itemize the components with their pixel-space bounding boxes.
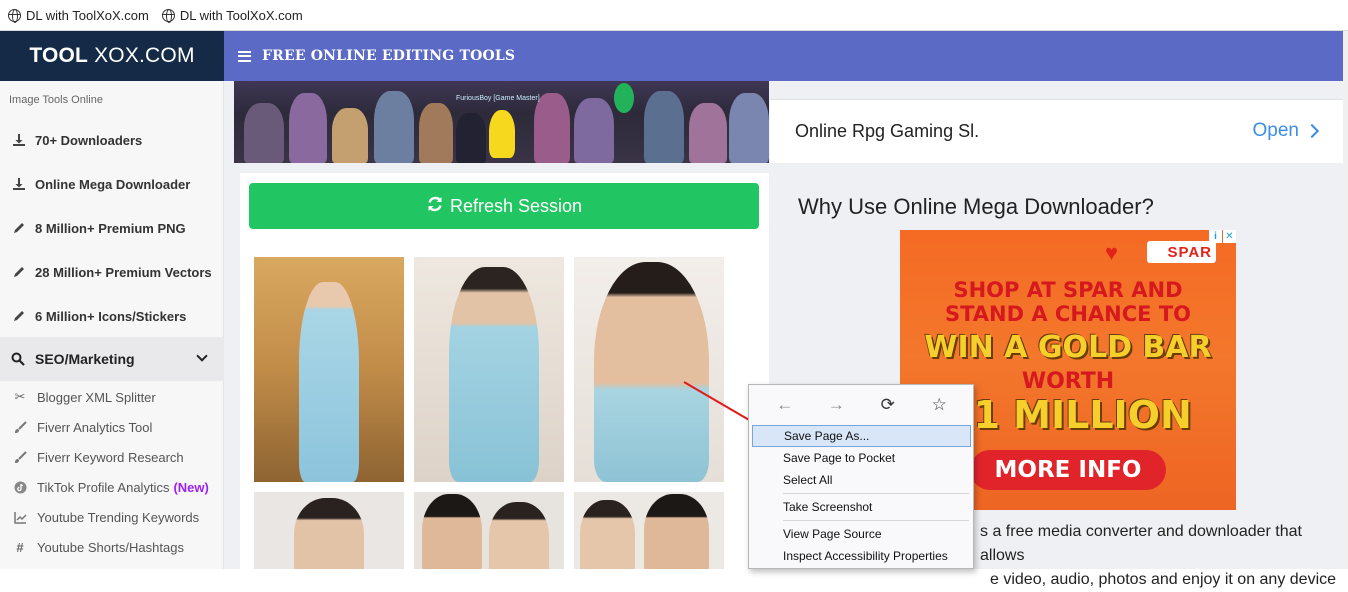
- sidebar-item-label: Online Mega Downloader: [35, 176, 191, 192]
- menu-item-save-page-as[interactable]: Save Page As...: [752, 425, 971, 447]
- sidebar-item-label: 6 Million+ Icons/Stickers: [35, 308, 187, 324]
- forward-arrow-icon[interactable]: →: [824, 395, 848, 415]
- bookmark-star-icon[interactable]: ☆: [927, 395, 951, 415]
- sidebar-subitem-blogger-xml-splitter[interactable]: ✂ Blogger XML Splitter: [0, 382, 224, 412]
- chart-icon: [12, 511, 28, 524]
- globe-icon: [161, 8, 175, 23]
- menu-item-inspect-accessibility[interactable]: Inspect Accessibility Properties: [752, 545, 971, 567]
- ad-text: Online Rpg Gaming Sl.: [795, 121, 980, 141]
- photo-thumbnail[interactable]: [254, 492, 404, 569]
- bookmark-item[interactable]: DL with ToolXoX.com: [161, 7, 303, 23]
- new-badge: (New): [173, 479, 209, 495]
- menu-item-take-screenshot[interactable]: Take Screenshot: [752, 496, 971, 518]
- chevron-right-icon: [1304, 123, 1320, 139]
- search-icon: [11, 352, 27, 366]
- sidebar-item-label: 28 Million+ Premium Vectors: [35, 264, 212, 280]
- sidebar-section-seo-marketing[interactable]: SEO/Marketing: [0, 337, 224, 381]
- download-icon: [11, 132, 27, 148]
- top-navigation: FREE ONLINE EDITING TOOLS: [224, 31, 1343, 81]
- sidebar-subitem-tiktok-analytics[interactable]: TikTok Profile Analytics (New): [0, 472, 224, 502]
- pencil-icon: [11, 308, 27, 324]
- sidebar: Image Tools Online 70+ Downloaders Onlin…: [0, 81, 224, 569]
- pencil-icon: [11, 264, 27, 280]
- sidebar-subitem-label: Youtube Trending Keywords: [37, 509, 200, 525]
- pencil-icon: [11, 220, 27, 236]
- globe-icon: [8, 8, 21, 23]
- sidebar-subitem-youtube-trending[interactable]: Youtube Trending Keywords: [0, 502, 224, 532]
- sidebar-item-downloaders[interactable]: 70+ Downloaders: [0, 118, 224, 162]
- sidebar-subitem-fiverr-analytics[interactable]: Fiverr Analytics Tool: [0, 412, 224, 442]
- ad-open-link[interactable]: Open: [1252, 120, 1320, 142]
- sidebar-caption: Image Tools Online: [9, 94, 103, 106]
- section-heading: Why Use Online Mega Downloader?: [798, 194, 1154, 219]
- ad-card[interactable]: Online Rpg Gaming Sl. Open: [770, 99, 1343, 163]
- bookmarks-bar: DL with ToolXoX.com DL with ToolXoX.com: [0, 0, 1348, 31]
- brush-icon: [12, 420, 28, 434]
- ad-open-label: Open: [1252, 120, 1299, 141]
- context-menu-nav: ← → ⟳ ☆: [749, 385, 975, 425]
- photo-thumbnail[interactable]: [414, 257, 564, 482]
- sidebar-item-label: 70+ Downloaders: [35, 132, 143, 148]
- logo-bold: TOOL: [29, 44, 89, 67]
- back-arrow-icon[interactable]: ←: [773, 395, 797, 415]
- spar-logo: SPAR: [1147, 241, 1216, 263]
- menu-separator: [783, 493, 969, 494]
- download-icon: [11, 176, 27, 192]
- tiktok-icon: [12, 481, 28, 494]
- site-logo[interactable]: TOOL XOX.COM: [0, 31, 224, 81]
- sidebar-subitem-label: Youtube Shorts/Hashtags: [37, 539, 184, 555]
- adchoices-icon[interactable]: i ✕: [1209, 230, 1236, 243]
- sidebar-subitem-fiverr-keyword[interactable]: Fiverr Keyword Research: [0, 442, 224, 472]
- sidebar-section-label: SEO/Marketing: [35, 351, 135, 367]
- nav-title[interactable]: FREE ONLINE EDITING TOOLS: [262, 48, 515, 64]
- sidebar-subitem-label: TikTok Profile Analytics: [37, 479, 170, 495]
- ad-line-1: SHOP AT SPAR AND: [953, 278, 1183, 302]
- sidebar-item-icons-stickers[interactable]: 6 Million+ Icons/Stickers: [0, 294, 224, 338]
- ad-line-3: WIN A GOLD BAR: [924, 330, 1212, 365]
- context-menu: ← → ⟳ ☆ Save Page As... Save Page to Poc…: [748, 384, 974, 569]
- photo-thumbnail[interactable]: [254, 257, 404, 482]
- menu-item-select-all[interactable]: Select All: [752, 469, 971, 491]
- sidebar-subitem-label: Blogger XML Splitter: [37, 389, 156, 405]
- photo-thumbnail[interactable]: [414, 492, 564, 569]
- ad-line-2: STAND A CHANCE TO: [944, 302, 1191, 326]
- pikachu-figure: [489, 110, 515, 158]
- photo-thumbnail[interactable]: [574, 257, 724, 482]
- sidebar-item-label: 8 Million+ Premium PNG: [35, 220, 186, 236]
- reload-icon[interactable]: ⟳: [876, 395, 900, 415]
- bookmark-label: DL with ToolXoX.com: [26, 7, 149, 23]
- refresh-label: Refresh Session: [449, 195, 583, 216]
- banner-player-tag: FuriousBoy [Game Master]: [456, 95, 540, 102]
- menu-item-view-page-source[interactable]: View Page Source: [752, 523, 971, 545]
- refresh-session-button[interactable]: Refresh Session: [249, 183, 759, 229]
- sidebar-item-mega-downloader[interactable]: Online Mega Downloader: [0, 162, 224, 206]
- description-line-2: e video, audio, photos and enjoy it on a…: [990, 571, 1337, 588]
- chevron-down-icon[interactable]: [196, 350, 208, 362]
- sidebar-item-premium-png[interactable]: 8 Million+ Premium PNG: [0, 206, 224, 250]
- sidebar-item-premium-vectors[interactable]: 28 Million+ Premium Vectors: [0, 250, 224, 294]
- scissors-icon: ✂: [14, 389, 26, 404]
- sidebar-subitem-label: Fiverr Analytics Tool: [37, 419, 153, 435]
- hamburger-menu-icon[interactable]: [238, 50, 251, 62]
- more-info-button[interactable]: MORE INFO: [970, 450, 1166, 490]
- bookmark-item[interactable]: DL with ToolXoX.com: [8, 8, 149, 23]
- sidebar-subitem-label: Fiverr Keyword Research: [37, 449, 184, 465]
- photo-thumbnail[interactable]: [574, 492, 724, 569]
- menu-item-save-to-pocket[interactable]: Save Page to Pocket: [752, 447, 971, 469]
- sidebar-subitem-youtube-shorts[interactable]: # Youtube Shorts/Hashtags: [0, 532, 224, 562]
- refresh-icon: [426, 195, 444, 218]
- scrollbar[interactable]: [1343, 31, 1348, 569]
- menu-separator: [783, 520, 969, 521]
- spar-heart-icon: ♥: [1105, 240, 1119, 265]
- bookmark-label: DL with ToolXoX.com: [179, 7, 303, 23]
- brush-icon: [12, 450, 28, 464]
- hashtag-icon: #: [16, 539, 24, 555]
- logo-rest: XOX.COM: [94, 44, 195, 67]
